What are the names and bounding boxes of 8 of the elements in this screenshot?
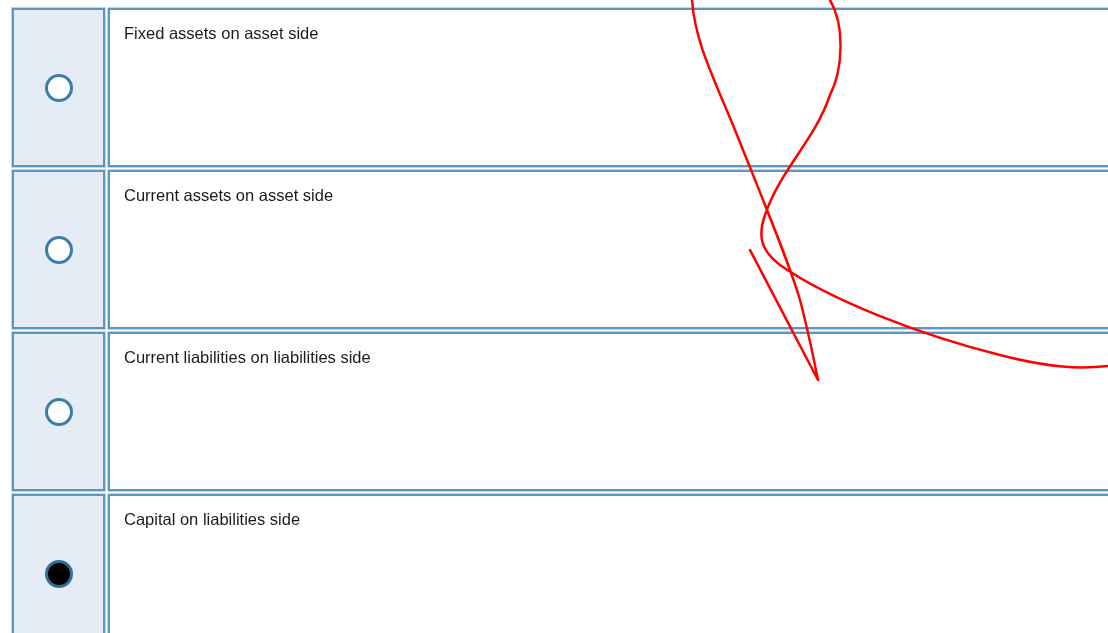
- option-label: Capital on liabilities side: [124, 510, 301, 529]
- option-label: Current liabilities on liabilities side: [124, 348, 371, 367]
- option-label: Current assets on asset side: [124, 186, 334, 205]
- radio-button[interactable]: [44, 236, 73, 264]
- option-label: Fixed assets on asset side: [124, 24, 319, 43]
- radio-button[interactable]: [44, 398, 73, 426]
- radio-button[interactable]: [44, 74, 73, 102]
- radio-button[interactable]: [44, 560, 73, 588]
